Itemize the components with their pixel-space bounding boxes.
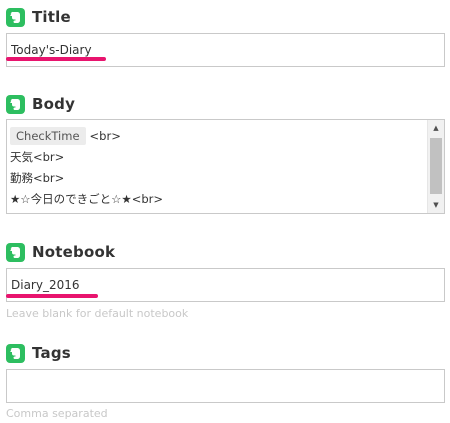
body-label-text: Body [32,95,76,113]
title-label-text: Title [32,8,71,26]
checktime-token[interactable]: CheckTime [10,126,86,145]
title-label: Title [6,7,71,27]
body-line-text: 勤務<br> [10,170,65,185]
body-line: 勤務<br> [10,167,424,188]
body-line-text: ★☆今日のできごと☆★<br> [10,191,164,206]
body-line-text: 天気<br> [10,149,65,164]
body-label: Body [6,94,75,114]
notebook-label: Notebook [6,242,115,262]
notebook-highlight-underline [6,294,98,298]
tags-hint: Comma separated [6,407,108,420]
body-line: CheckTime <br> [10,125,424,146]
evernote-elephant-icon [6,94,25,114]
body-content: CheckTime <br> 天気<br> 勤務<br> ★☆今日のできごと☆★… [10,125,424,209]
body-scrollbar[interactable]: ▲ ▼ [427,120,444,213]
body-textarea[interactable]: CheckTime <br> 天気<br> 勤務<br> ★☆今日のできごと☆★… [6,119,445,214]
evernote-elephant-icon [6,7,25,27]
tags-input[interactable] [6,369,445,403]
evernote-elephant-icon [6,242,25,262]
body-line: 天気<br> [10,146,424,167]
body-line-text: <br> [89,128,121,143]
tags-label: Tags [6,343,71,363]
body-line: ★☆今日のできごと☆★<br> [10,188,424,209]
scroll-up-arrow-icon[interactable]: ▲ [428,121,444,135]
scrollbar-thumb[interactable] [430,138,442,194]
evernote-elephant-icon [6,343,25,363]
tags-label-text: Tags [32,344,71,362]
title-highlight-underline [6,57,106,61]
title-input[interactable] [6,33,445,67]
notebook-hint: Leave blank for default notebook [6,307,189,320]
scroll-down-arrow-icon[interactable]: ▼ [428,198,444,212]
notebook-label-text: Notebook [32,243,116,261]
